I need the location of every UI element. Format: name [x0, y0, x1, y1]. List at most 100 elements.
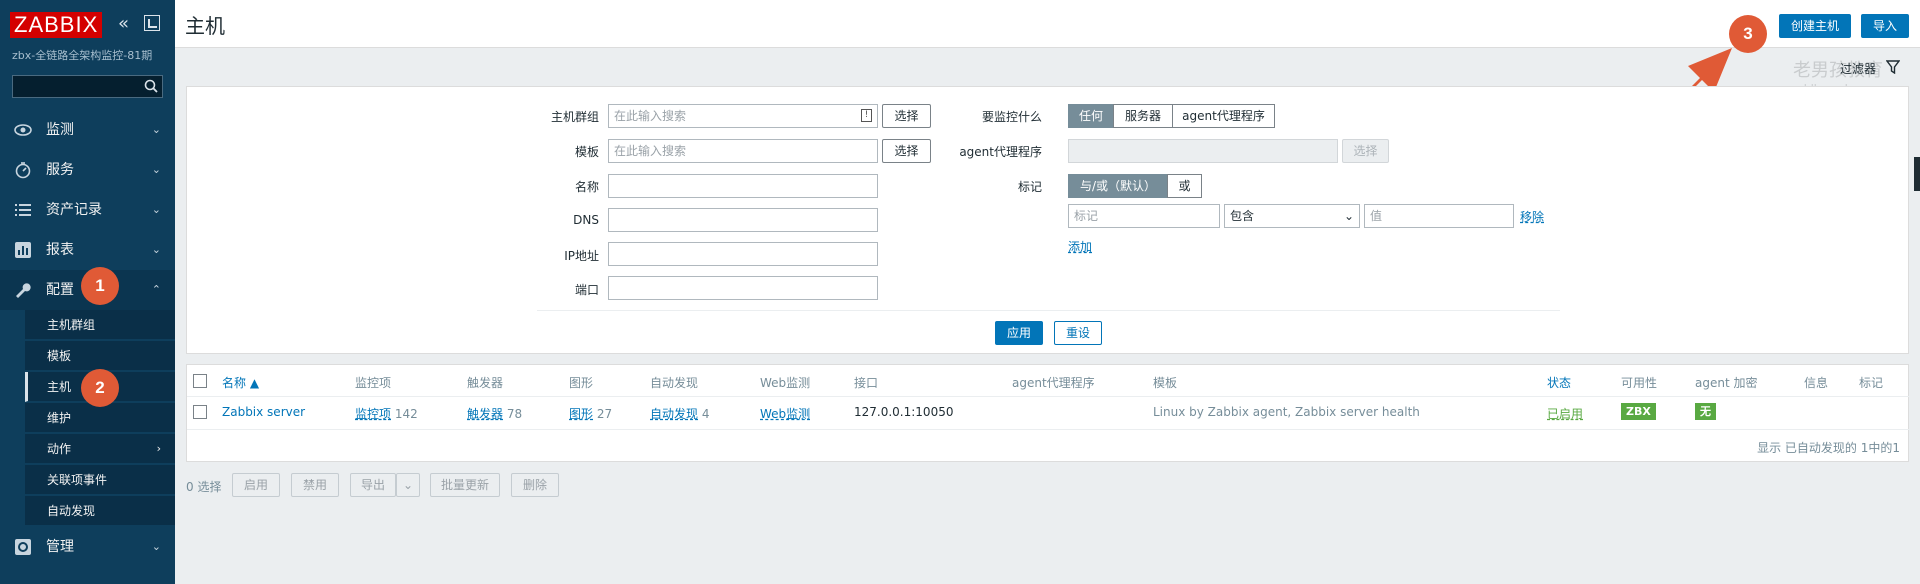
tags-or[interactable]: 或 — [1167, 174, 1202, 198]
monitored-by-proxy[interactable]: agent代理程序 — [1172, 104, 1275, 128]
annotation-badge-3: 3 — [1729, 15, 1767, 53]
column-header-status[interactable]: 状态 — [1547, 374, 1571, 391]
apply-button[interactable]: 应用 — [995, 321, 1043, 345]
proxy-label: agent代理程序 — [959, 145, 1042, 159]
delete-button[interactable]: 删除 — [511, 473, 559, 497]
table-footer-count: 显示 已自动发现的 1中的1 — [1757, 441, 1900, 455]
add-tag-link[interactable]: 添加 — [1068, 238, 1092, 255]
annotation-badge-2: 2 — [81, 369, 119, 407]
column-header-name[interactable]: 名称 ▲ — [222, 374, 259, 391]
server-name: zbx-全链路全架构监控-81期 — [12, 49, 153, 62]
monitored-by-any[interactable]: 任何 — [1068, 104, 1114, 128]
sidebar-item-templates[interactable]: 模板 — [25, 341, 175, 371]
tag-name-input[interactable]: 标记 — [1068, 204, 1220, 228]
annotation-badge-1: 1 — [81, 267, 119, 305]
wrench-icon — [16, 283, 31, 298]
column-header-availability: 可用性 — [1621, 376, 1658, 390]
logo-row: ZABBIX « — [10, 12, 170, 40]
chevron-down-icon: ⌄ — [151, 540, 161, 553]
nav-label: 服务 — [46, 162, 74, 178]
hosts-table: 名称 ▲ 监控项 触发器 图形 自动发现 Web监测 接口 agent代理程序 … — [186, 364, 1910, 462]
proxy-input — [1068, 139, 1338, 163]
row-checkbox[interactable] — [193, 405, 207, 419]
column-header-graphs: 图形 — [569, 376, 594, 390]
tags-and-or[interactable]: 与/或（默认） — [1068, 174, 1168, 198]
import-button[interactable]: 导入 — [1861, 14, 1909, 38]
chevron-down-icon: ⌄ — [151, 163, 161, 176]
tag-operator-select[interactable]: 包含 ⌄ — [1224, 204, 1360, 228]
tags-label: 标记 — [1017, 180, 1042, 194]
column-header-tags: 标记 — [1859, 376, 1884, 390]
sidebar-item-host-groups[interactable]: 主机群组 — [25, 310, 175, 340]
column-header-triggers: 触发器 — [467, 376, 504, 390]
row-divider — [187, 429, 1910, 430]
clock-icon — [15, 162, 31, 179]
collapse-sidebar-icon[interactable]: « — [118, 14, 136, 34]
monitored-by-server[interactable]: 服务器 — [1113, 104, 1173, 128]
name-input[interactable] — [608, 174, 878, 198]
column-header-proxy: agent代理程序 — [1012, 376, 1095, 390]
nav-monitoring[interactable]: 监测 ⌄ — [0, 110, 175, 150]
host-groups-input[interactable]: 在此输入搜索 ! — [608, 104, 878, 128]
name-label: 名称 — [574, 180, 599, 194]
chevron-right-icon: › — [156, 442, 161, 455]
sidebar-item-maintenance[interactable]: 维护 — [25, 403, 175, 433]
column-header-items: 监控项 — [355, 376, 392, 390]
nav-inventory[interactable]: 资产记录 ⌄ — [0, 190, 175, 230]
items-cell: 监控项 142 — [355, 407, 418, 421]
discovery-cell: 自动发现 4 — [650, 407, 710, 421]
create-host-button[interactable]: 创建主机 — [1779, 14, 1851, 38]
nav-label: 监测 — [46, 122, 74, 138]
nav-reports[interactable]: 报表 ⌄ — [0, 230, 175, 270]
dns-input[interactable] — [608, 208, 878, 232]
bar-chart-icon — [15, 242, 31, 258]
reset-button[interactable]: 重设 — [1054, 321, 1102, 345]
nav-label: 资产记录 — [46, 202, 102, 218]
column-header-interface: 接口 — [854, 376, 879, 390]
export-dropdown-button[interactable]: ⌄ — [396, 473, 420, 497]
ip-input[interactable] — [608, 242, 878, 266]
filter-tab[interactable]: 过滤器 — [1840, 60, 1876, 77]
kiosk-mode-icon[interactable] — [144, 15, 160, 31]
templates-cell: Linux by Zabbix agent, Zabbix server hea… — [1153, 405, 1420, 419]
export-button[interactable]: 导出 — [350, 473, 396, 497]
status-cell: 已启用 — [1547, 407, 1584, 421]
gear-icon — [15, 539, 31, 555]
sidebar-item-discovery[interactable]: 自动发现 — [25, 496, 175, 526]
column-header-discovery: 自动发现 — [650, 376, 699, 390]
port-input[interactable] — [608, 276, 878, 300]
row-divider — [187, 396, 1910, 397]
filter-icon[interactable] — [1886, 60, 1900, 74]
host-name-link[interactable]: Zabbix server — [222, 405, 305, 419]
sidebar-item-event-correlation[interactable]: 关联项事件 — [25, 465, 175, 495]
templates-input[interactable]: 在此输入搜索 — [608, 139, 878, 163]
nav-administration[interactable]: 管理 ⌄ — [0, 527, 175, 567]
chevron-down-icon: ⌄ — [151, 243, 161, 256]
triggers-cell: 触发器 78 — [467, 407, 523, 421]
mass-update-button[interactable]: 批量更新 — [430, 473, 500, 497]
dns-label: DNS — [573, 213, 599, 227]
nav-services[interactable]: 服务 ⌄ — [0, 150, 175, 190]
proxy-select-button: 选择 — [1342, 139, 1389, 163]
zabbix-logo[interactable]: ZABBIX — [10, 12, 103, 38]
info-icon: ! — [861, 109, 872, 122]
remove-tag-link[interactable]: 移除 — [1520, 208, 1544, 225]
disable-button[interactable]: 禁用 — [291, 473, 339, 497]
templates-label: 模板 — [574, 145, 599, 159]
sidebar-item-actions[interactable]: 动作 › — [25, 434, 175, 464]
page-title: 主机 — [185, 14, 225, 38]
sidebar-search-input[interactable] — [12, 75, 163, 98]
column-header-web: Web监测 — [760, 376, 811, 390]
scrollbar-thumb[interactable] — [1914, 157, 1920, 191]
chevron-down-icon: ⌄ — [1343, 209, 1354, 223]
templates-select-button[interactable]: 选择 — [882, 139, 931, 163]
chevron-down-icon: ⌄ — [151, 203, 161, 216]
enable-button[interactable]: 启用 — [232, 473, 280, 497]
ip-label: IP地址 — [564, 249, 599, 263]
host-groups-select-button[interactable]: 选择 — [882, 104, 931, 128]
select-all-checkbox[interactable] — [193, 374, 207, 388]
host-groups-label: 主机群组 — [550, 110, 599, 124]
search-icon[interactable] — [144, 79, 158, 93]
tag-value-input[interactable]: 值 — [1364, 204, 1514, 228]
column-header-info: 信息 — [1804, 376, 1829, 390]
